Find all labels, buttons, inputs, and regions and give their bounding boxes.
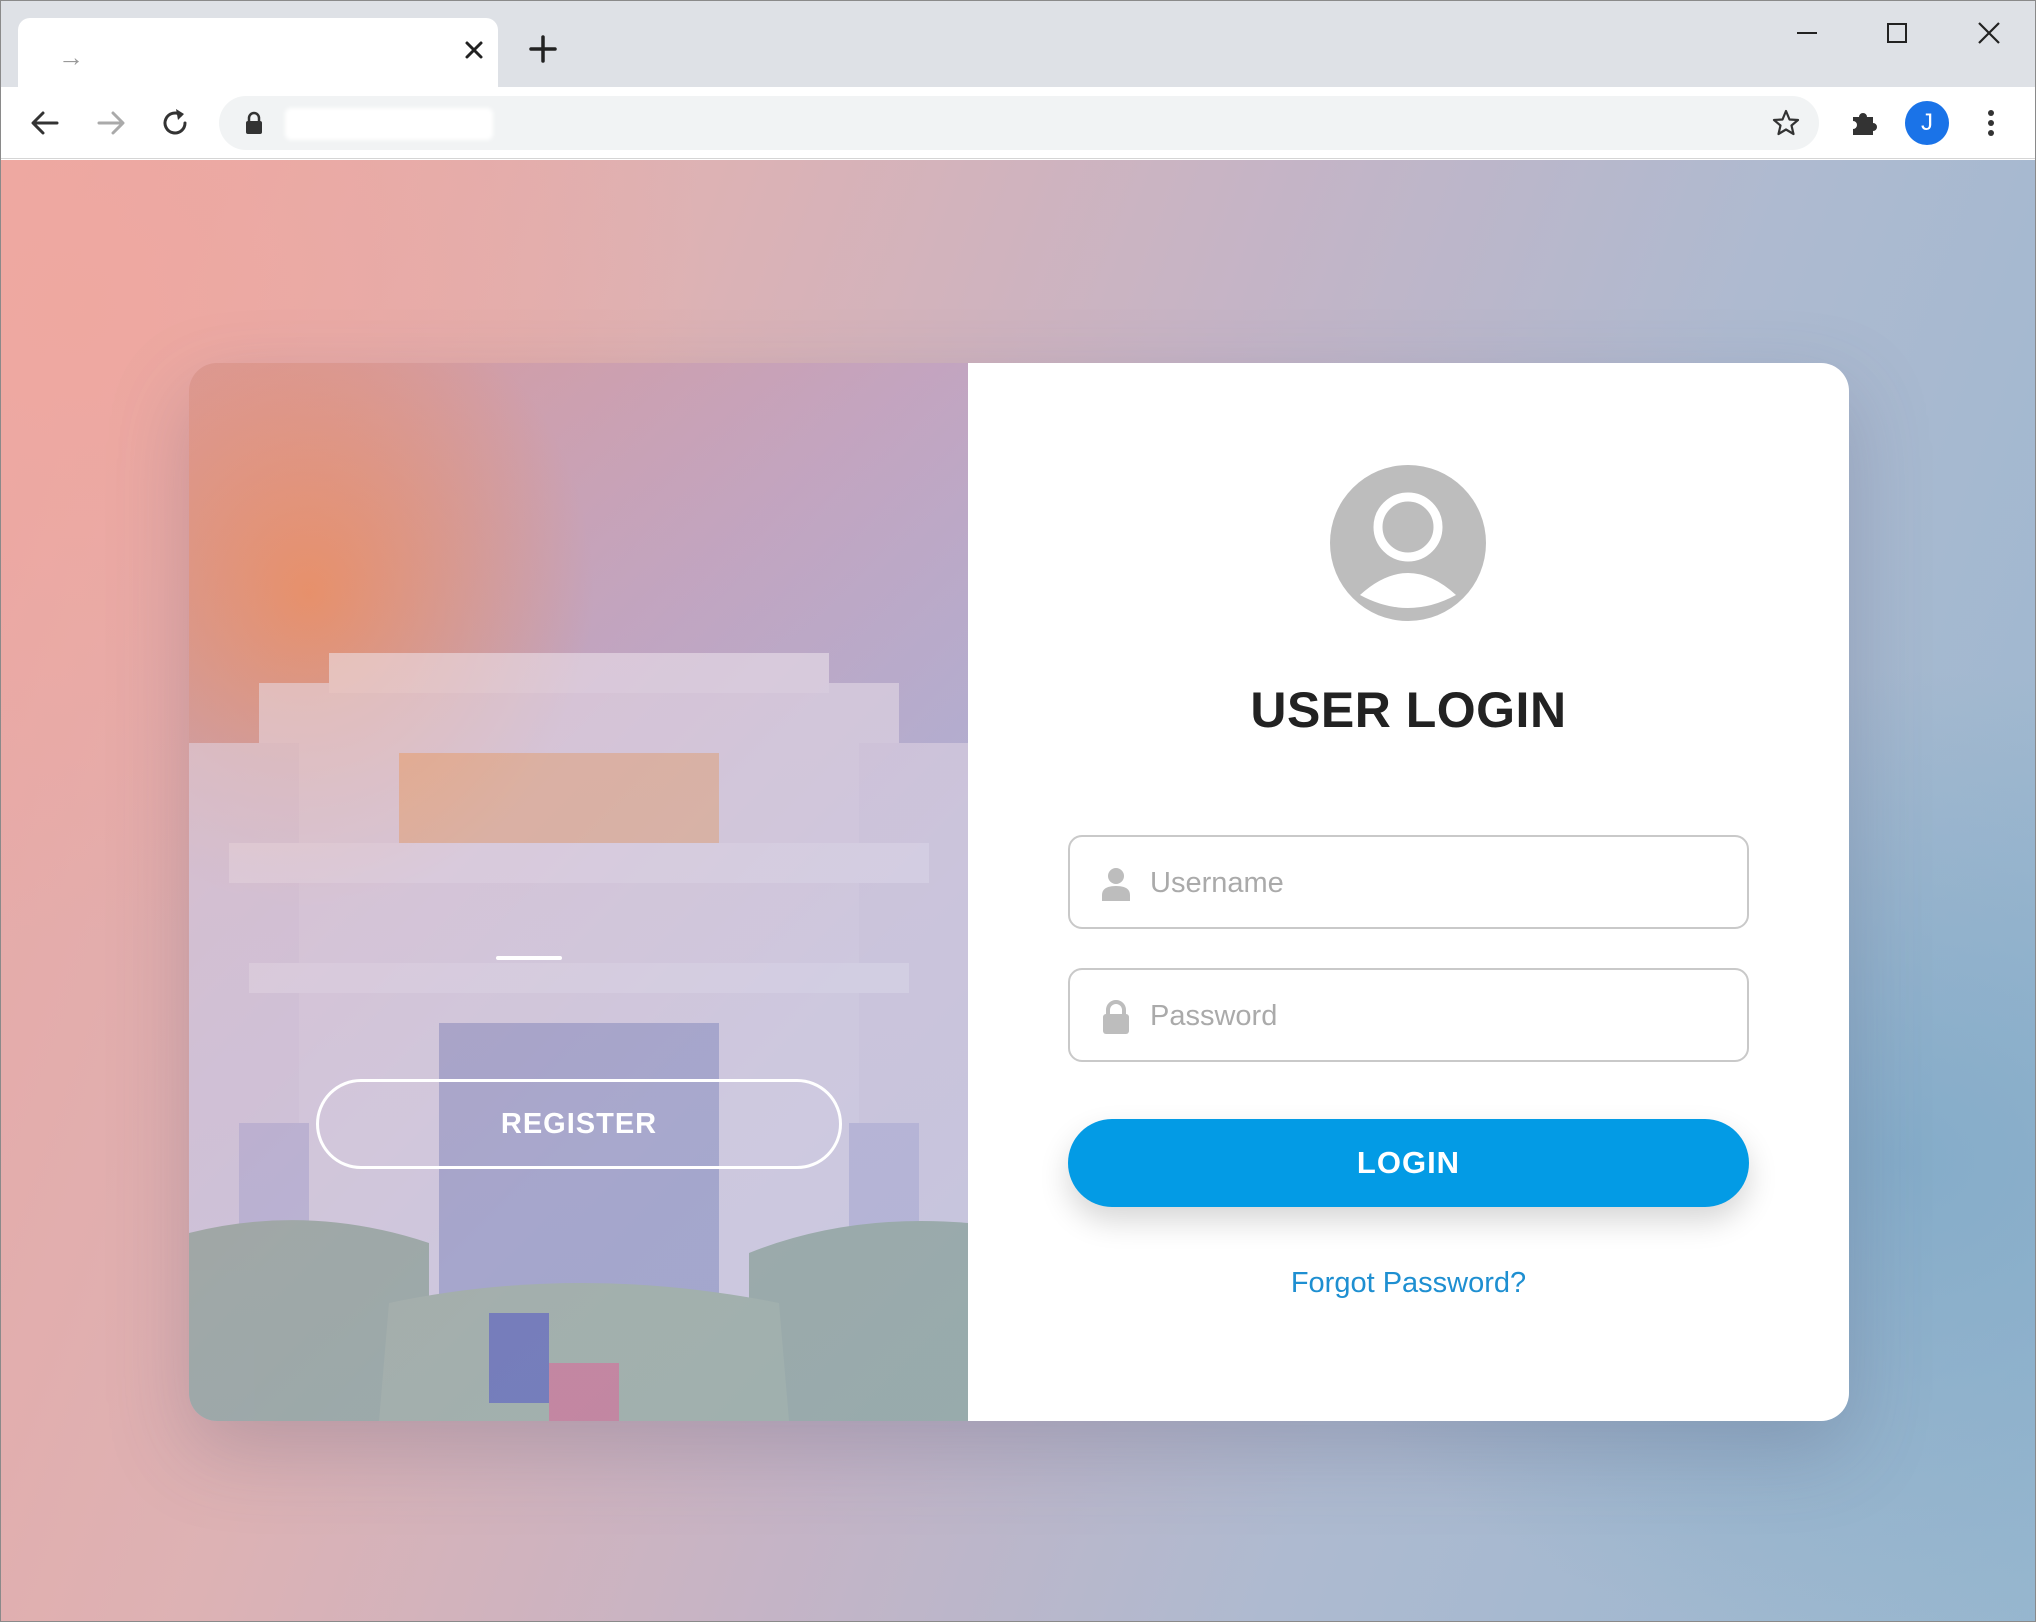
page-background: REGISTER USER LOGIN Username LOGIN Forgo… (1, 160, 2035, 1621)
maximize-icon[interactable] (1867, 13, 1927, 53)
city-hall-background-image (189, 653, 968, 1421)
forward-arrow-icon[interactable] (93, 105, 129, 141)
forgot-password-link[interactable]: Forgot Password? (968, 1267, 1849, 1300)
back-arrow-icon[interactable] (27, 105, 63, 141)
username-field[interactable] (1068, 835, 1749, 929)
new-tab-icon[interactable] (525, 31, 561, 67)
reload-icon[interactable] (157, 105, 193, 141)
lock-icon[interactable] (243, 111, 265, 135)
username-input[interactable] (1150, 857, 1720, 909)
password-field[interactable] (1068, 968, 1749, 1062)
password-input[interactable] (1150, 990, 1720, 1042)
left-panel: REGISTER (189, 363, 968, 1421)
puzzle-icon[interactable] (1847, 105, 1883, 141)
minimize-icon[interactable] (1777, 13, 1837, 53)
user-avatar-icon (1330, 465, 1486, 621)
tab-close-icon[interactable] (458, 34, 490, 66)
browser-toolbar: J (1, 87, 2035, 159)
login-button[interactable]: LOGIN (1068, 1119, 1749, 1207)
close-icon[interactable] (1959, 13, 2019, 53)
register-button[interactable]: REGISTER (316, 1079, 842, 1169)
right-panel: USER LOGIN LOGIN Forgot Pas (968, 363, 1849, 1421)
kebab-menu-icon[interactable] (1973, 105, 2009, 141)
url-text-redacted (285, 108, 493, 140)
browser-window: → J REGISTER USER LOGIN Username LOGIN F… (0, 0, 2036, 1622)
profile-avatar[interactable]: J (1905, 101, 1949, 145)
user-icon (1102, 868, 1130, 901)
lock-icon (1103, 1000, 1129, 1034)
star-icon[interactable] (1771, 108, 1801, 138)
login-card: REGISTER USER LOGIN Username LOGIN Forgo… (189, 363, 1849, 1421)
address-bar[interactable] (219, 96, 1819, 150)
tab-strip: → (1, 1, 2035, 88)
tab-title: → (58, 42, 84, 72)
decorative-divider (496, 956, 562, 960)
browser-tab[interactable]: → (18, 18, 498, 88)
page-title: USER LOGIN (1250, 682, 1567, 738)
